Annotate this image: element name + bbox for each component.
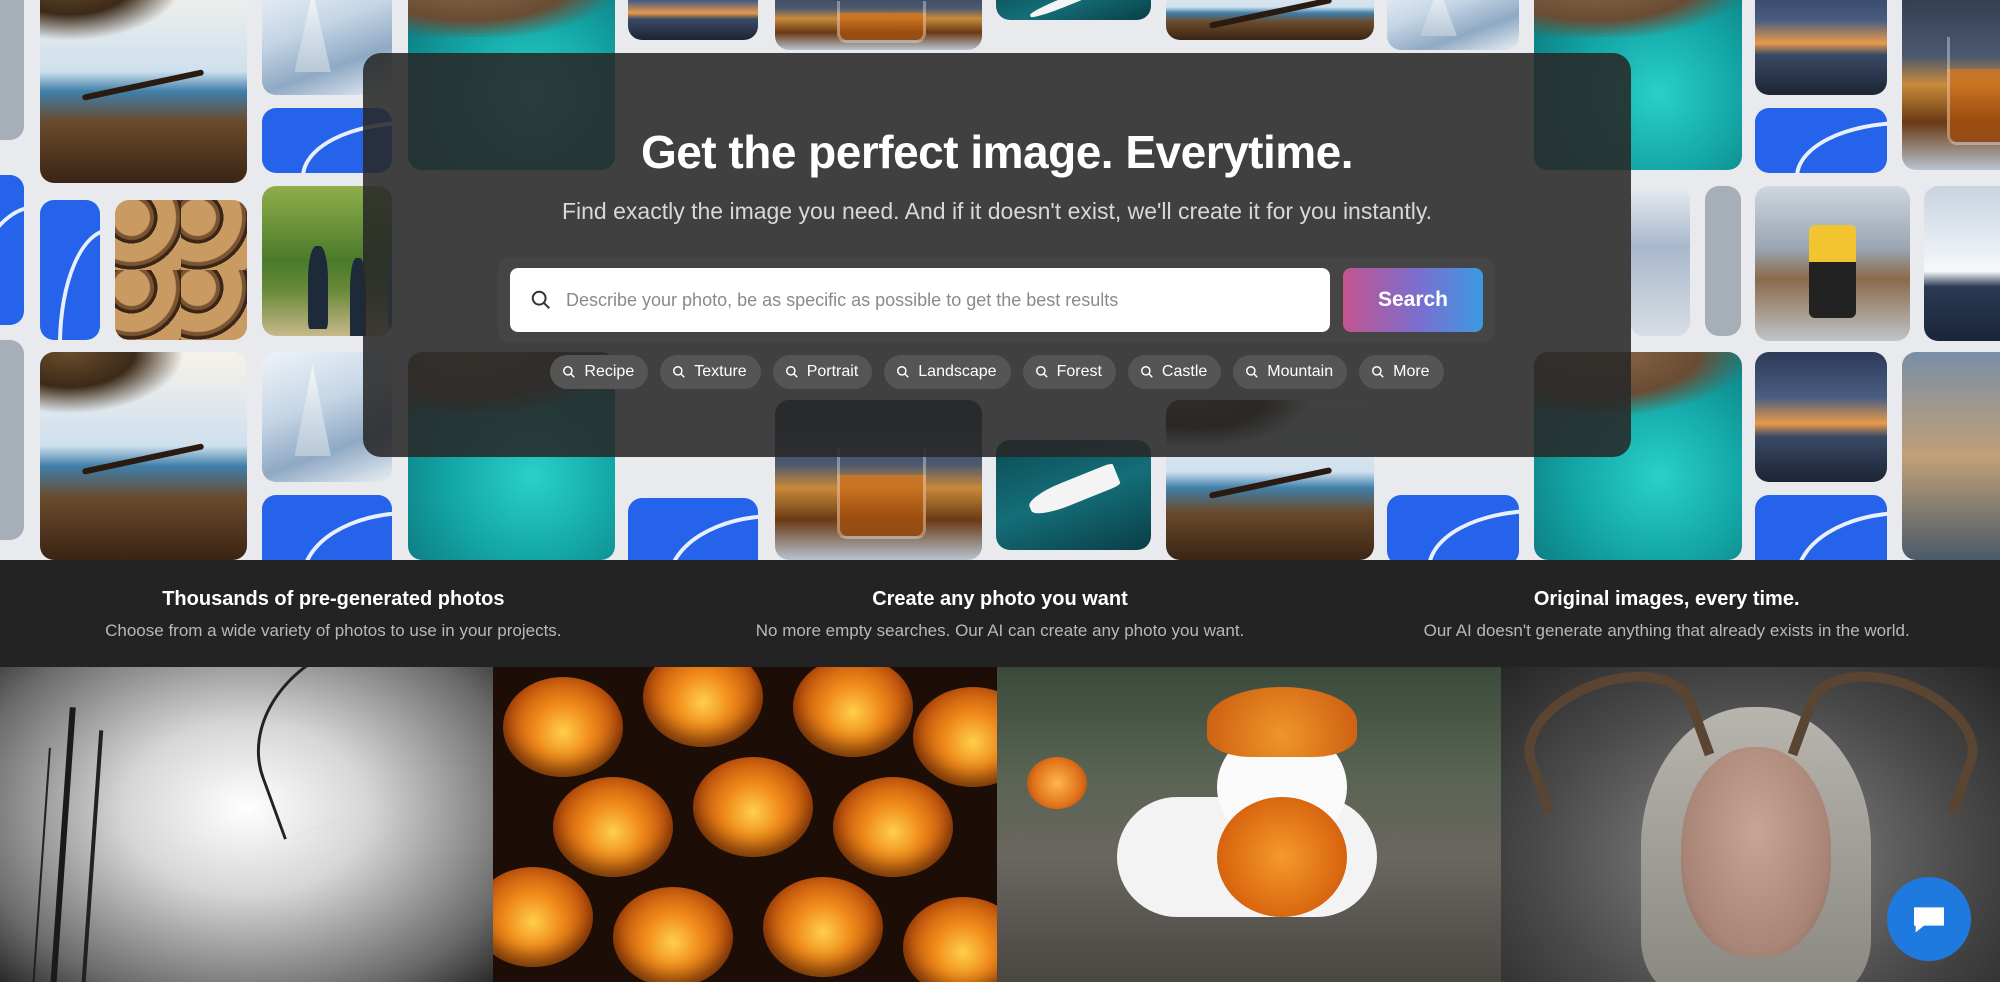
mosaic-tile [115,200,247,340]
feature-original: Original images, every time. Our AI does… [1333,560,2000,667]
chip-label: Landscape [918,363,997,380]
chip-mountain[interactable]: Mountain [1233,355,1348,389]
mosaic-tile [628,498,758,560]
pumpkin-shape [643,667,763,747]
hero-search-panel: Get the perfect image. Everytime. Find e… [363,53,1631,457]
search-icon [1246,366,1259,378]
pumpkin-shape [793,667,913,757]
mosaic-tile [1902,352,2000,560]
feature-description: No more empty searches. Our AI can creat… [755,621,1245,640]
pumpkin-shape [913,687,997,787]
chip-recipe[interactable]: Recipe [550,355,649,389]
page-subtitle: Find exactly the image you need. And if … [561,198,1433,224]
mosaic-tile [1755,186,1910,341]
page-title: Get the perfect image. Everytime. [640,126,1354,178]
chip-castle[interactable]: Castle [1127,355,1222,389]
pumpkin-shape [763,877,883,977]
feature-title: Create any photo you want [872,588,1128,610]
pumpkin-shape [503,677,623,777]
pumpkin-hat-shape [1207,687,1357,757]
search-bar: Search [498,257,1495,343]
chip-more[interactable]: More [1359,355,1444,389]
mosaic-tile [0,175,24,325]
search-icon [785,366,798,378]
chip-label: More [1393,363,1430,380]
chip-landscape[interactable]: Landscape [884,355,1011,389]
pumpkin-shape [693,757,813,857]
mosaic-tile [0,0,24,140]
mosaic-tile [1755,352,1887,482]
mosaic-tile [1902,0,2000,170]
mosaic-tile [1166,0,1374,40]
mosaic-tile [1630,186,1690,336]
pumpkin-shape [553,777,673,877]
suggestion-chips: Recipe Texture Portrait Landscape Forest… [363,355,1631,389]
mosaic-tile [1755,108,1887,173]
chip-label: Portrait [806,363,859,380]
feature-description: Choose from a wide variety of photos to … [105,621,562,640]
mosaic-tile [40,352,247,560]
pumpkin-shape [1217,797,1347,917]
pumpkin-shape [493,867,593,967]
search-input[interactable] [566,289,1326,311]
search-icon [563,366,576,378]
search-icon [1035,366,1048,378]
mosaic-tile [0,340,24,540]
mosaic-tile [40,0,247,183]
mosaic-tile [1755,495,1887,560]
chip-label: Castle [1161,363,1208,380]
search-field-wrapper [510,268,1330,332]
mosaic-tile [628,0,758,40]
gallery-image-dog-pumpkin[interactable] [997,667,1501,982]
chip-label: Mountain [1267,363,1334,380]
image-gallery [0,667,2000,982]
pumpkin-shape [833,777,953,877]
feature-pre-generated: Thousands of pre-generated photos Choose… [0,560,667,667]
chip-label: Texture [694,363,747,380]
chat-bubble-icon [1914,907,1944,933]
mosaic-tile [1387,495,1519,560]
search-icon [1372,366,1384,378]
feature-title: Original images, every time. [1533,588,1800,610]
chip-label: Recipe [584,363,635,380]
chip-label: Forest [1056,363,1102,380]
chip-texture[interactable]: Texture [660,355,761,389]
mosaic-tile [1705,186,1741,336]
pumpkin-shape [1027,757,1087,809]
feature-title: Thousands of pre-generated photos [162,588,505,610]
mosaic-tile [775,0,982,50]
pumpkin-shape [903,897,997,982]
hero-section: Get the perfect image. Everytime. Find e… [0,0,2000,560]
gallery-image-foggy-trees[interactable] [0,667,493,982]
face-shape [1681,747,1831,957]
mosaic-tile [1924,186,2000,341]
search-icon [673,366,685,378]
mosaic-tile [262,495,392,560]
mosaic-tile [1755,0,1887,95]
feature-description: Our AI doesn't generate anything that al… [1423,621,1910,640]
mosaic-tile [996,0,1151,20]
mosaic-tile [40,200,100,340]
feature-create-any: Create any photo you want No more empty … [667,560,1334,667]
mosaic-tile [1387,0,1519,50]
features-bar: Thousands of pre-generated photos Choose… [0,560,2000,667]
gallery-image-jack-o-lanterns[interactable] [493,667,997,982]
search-icon [897,366,910,378]
search-icon [531,290,550,309]
search-button[interactable]: Search [1343,268,1483,332]
pumpkin-shape [613,887,733,982]
chip-forest[interactable]: Forest [1022,355,1116,389]
chat-widget-button[interactable] [1887,877,1971,961]
search-icon [1140,366,1153,378]
chip-portrait[interactable]: Portrait [772,355,873,389]
